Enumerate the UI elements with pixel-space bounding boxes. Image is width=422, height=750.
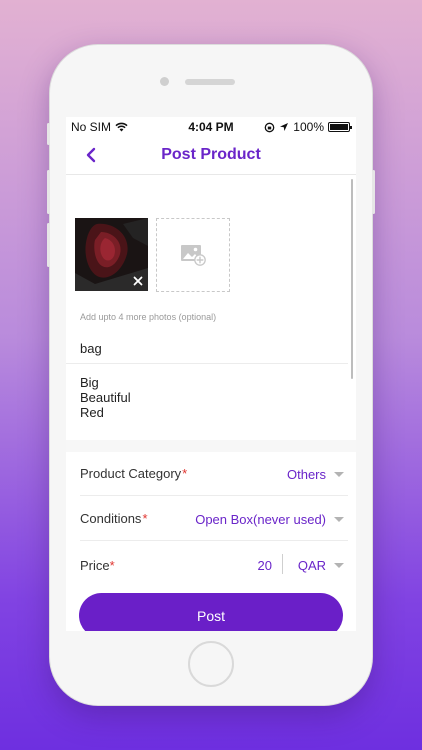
add-photo-icon	[181, 245, 206, 266]
product-category-value: Others	[286, 467, 326, 482]
chevron-down-icon	[334, 517, 344, 522]
battery-icon	[328, 122, 352, 132]
description-line[interactable]: Big	[80, 375, 99, 390]
required-marker: *	[109, 558, 115, 573]
scrollbar[interactable]	[351, 179, 353, 379]
volume-down-button	[47, 223, 50, 267]
battery-percent: 100%	[293, 120, 324, 134]
orientation-lock-icon	[264, 122, 275, 132]
chevron-down-icon	[334, 563, 344, 568]
photos-card: Add upto 4 more photos (optional) bag Bi…	[66, 175, 356, 440]
app-screen: No SIM 4:04 PM 100% Post Product Add upt…	[66, 117, 356, 631]
add-photo-button[interactable]	[156, 218, 230, 292]
status-bar: No SIM 4:04 PM 100%	[66, 117, 356, 135]
nav-bar: Post Product	[66, 135, 356, 175]
description-line[interactable]: Red	[80, 405, 104, 420]
currency-select[interactable]: QAR	[298, 558, 326, 573]
details-section: Product Category* Others Conditions* Ope…	[66, 452, 356, 631]
required-marker: *	[142, 511, 148, 526]
power-button	[372, 170, 375, 214]
divider	[282, 554, 283, 574]
product-photo[interactable]	[75, 218, 148, 291]
front-camera	[160, 77, 169, 86]
divider	[66, 363, 348, 364]
mute-switch	[47, 123, 50, 145]
phone-frame: No SIM 4:04 PM 100% Post Product Add upt…	[47, 45, 375, 705]
earpiece-speaker	[185, 79, 235, 85]
post-button[interactable]: Post	[79, 593, 343, 631]
product-category-select[interactable]: Product Category* Others	[80, 452, 348, 496]
volume-up-button	[47, 170, 50, 214]
form-content: Add upto 4 more photos (optional) bag Bi…	[66, 175, 356, 631]
required-marker: *	[182, 466, 188, 481]
description-line[interactable]: Beautiful	[80, 390, 131, 405]
product-category-label: Product Category*	[80, 466, 188, 481]
location-icon	[280, 123, 289, 131]
page-title: Post Product	[161, 146, 261, 163]
product-title-field[interactable]: bag	[80, 341, 342, 356]
conditions-select[interactable]: Conditions* Open Box(never used)	[80, 497, 348, 541]
home-button[interactable]	[188, 641, 234, 687]
price-input[interactable]: 20	[232, 558, 272, 573]
close-icon	[133, 276, 143, 286]
price-label: Price*	[80, 558, 115, 573]
remove-photo-button[interactable]	[131, 274, 145, 288]
photos-hint: Add upto 4 more photos (optional)	[80, 312, 217, 322]
conditions-label: Conditions*	[80, 511, 148, 526]
price-row: Price* 20 QAR	[80, 542, 348, 586]
chevron-down-icon	[334, 472, 344, 477]
conditions-value: Open Box(never used)	[195, 512, 326, 527]
